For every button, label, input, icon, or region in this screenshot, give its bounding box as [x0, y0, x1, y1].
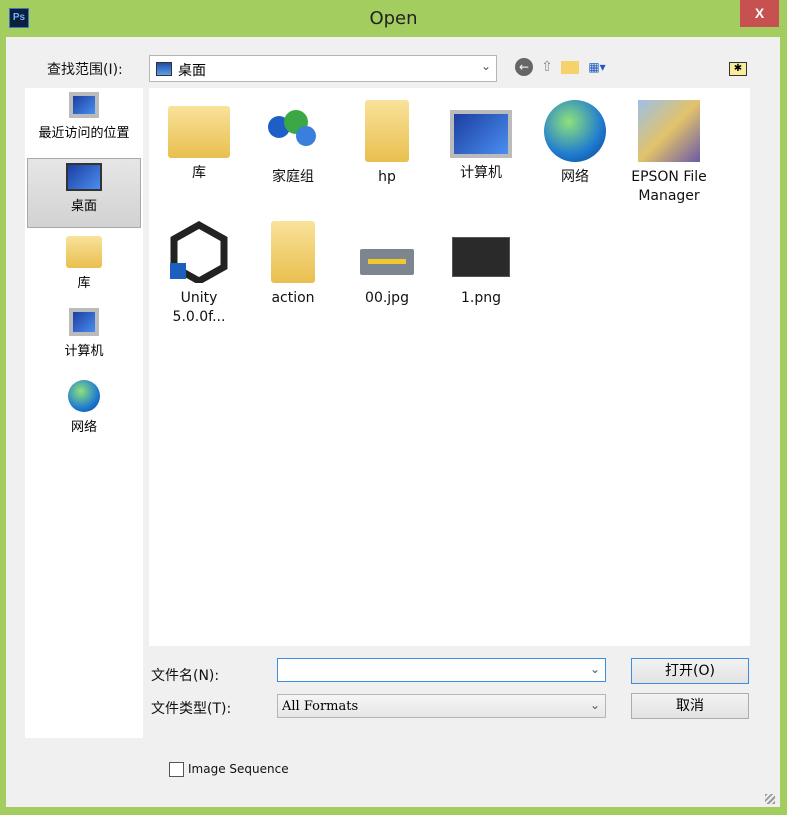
- file-name: 库: [192, 165, 206, 181]
- computer-icon: [69, 308, 99, 336]
- sidebar-item-label: 库: [77, 276, 91, 291]
- image-thumbnail-icon: [450, 221, 512, 283]
- filetype-label: 文件类型(T):: [151, 701, 232, 717]
- up-folder-icon[interactable]: ⇧: [538, 58, 556, 76]
- file-name: 1.png: [460, 290, 501, 306]
- file-item[interactable]: Unity 5.0.0f...: [154, 220, 244, 327]
- file-name: 00.jpg: [365, 290, 409, 306]
- file-item[interactable]: 网络: [530, 100, 620, 187]
- unity-shortcut-icon: [168, 220, 230, 286]
- back-icon[interactable]: ←: [515, 58, 533, 76]
- sidebar-item-library[interactable]: 库: [27, 232, 141, 302]
- close-button[interactable]: X: [740, 0, 779, 27]
- file-name: EPSON File Manager: [631, 169, 707, 204]
- file-name: 家庭组: [272, 169, 314, 185]
- file-name: hp: [378, 169, 396, 185]
- file-name: action: [271, 290, 315, 306]
- file-name: 计算机: [460, 165, 502, 181]
- window-title: Open: [369, 8, 418, 29]
- library-icon: [66, 236, 102, 268]
- lookin-dropdown[interactable]: 桌面 ⌄: [149, 55, 497, 82]
- desktop-icon: [66, 163, 102, 191]
- chevron-down-icon: ⌄: [480, 59, 491, 73]
- folder-icon: [271, 221, 315, 283]
- sidebar-item-computer[interactable]: 计算机: [27, 304, 141, 374]
- sidebar-item-recent[interactable]: 最近访问的位置: [27, 88, 141, 158]
- lookin-label: 查找范围(I):: [47, 62, 123, 78]
- new-folder-icon[interactable]: [561, 61, 579, 74]
- sidebar-item-label: 计算机: [64, 344, 104, 359]
- filetype-select[interactable]: All Formats ⌄: [277, 694, 606, 718]
- file-item[interactable]: 计算机: [436, 100, 526, 183]
- file-name: 网络: [561, 169, 589, 185]
- image-thumbnail-icon: [356, 221, 418, 283]
- computer-icon: [450, 110, 512, 158]
- cancel-button[interactable]: 取消: [631, 693, 749, 719]
- image-sequence-label: Image Sequence: [188, 762, 289, 776]
- file-list: 库 家庭组 hp 计算机 网络 EPSON File Manager Unity…: [149, 88, 750, 646]
- image-sequence-checkbox[interactable]: [169, 762, 184, 777]
- network-icon: [544, 100, 606, 162]
- recent-places-icon: [69, 92, 99, 118]
- lookin-value: 桌面: [178, 63, 206, 79]
- view-menu-icon[interactable]: ▦▾: [585, 58, 609, 76]
- file-item[interactable]: 库: [154, 100, 244, 183]
- file-name: Unity 5.0.0f...: [172, 290, 226, 325]
- file-item[interactable]: 1.png: [436, 221, 526, 308]
- filename-input[interactable]: ⌄: [277, 658, 606, 682]
- open-button[interactable]: 打开(O): [631, 658, 749, 684]
- sidebar-item-network[interactable]: 网络: [27, 376, 141, 446]
- library-icon: [168, 106, 230, 158]
- file-item[interactable]: 00.jpg: [342, 221, 432, 308]
- sidebar-item-label: 网络: [70, 420, 97, 435]
- sidebar-item-desktop[interactable]: 桌面: [27, 158, 141, 228]
- places-sidebar: 最近访问的位置 桌面 库 计算机 网络: [25, 88, 143, 738]
- filetype-value: All Formats: [282, 699, 359, 714]
- folder-settings-icon[interactable]: ✱: [729, 62, 747, 76]
- file-item[interactable]: EPSON File Manager: [624, 100, 714, 206]
- file-item[interactable]: 家庭组: [248, 100, 338, 187]
- chevron-down-icon: ⌄: [589, 698, 600, 712]
- file-item[interactable]: hp: [342, 100, 432, 187]
- homegroup-icon: [262, 100, 324, 162]
- desktop-icon: [156, 62, 172, 76]
- resize-grip[interactable]: [765, 794, 775, 804]
- file-item[interactable]: action: [248, 221, 338, 308]
- epson-shortcut-icon: [638, 100, 700, 162]
- chevron-down-icon[interactable]: ⌄: [590, 662, 600, 676]
- sidebar-item-label: 最近访问的位置: [38, 126, 130, 141]
- network-icon: [68, 380, 100, 412]
- user-folder-icon: [365, 100, 409, 162]
- filename-label: 文件名(N):: [151, 668, 220, 684]
- sidebar-item-label: 桌面: [70, 199, 97, 214]
